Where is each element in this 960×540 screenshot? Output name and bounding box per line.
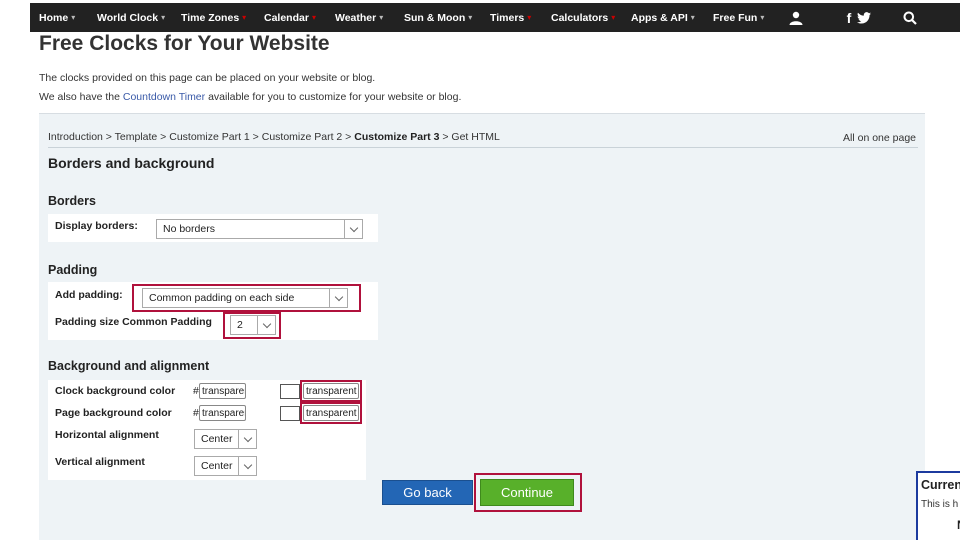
background-alignment-heading: Background and alignment bbox=[48, 359, 210, 373]
current-settings-title: Curren bbox=[921, 478, 960, 492]
countdown-timer-link[interactable]: Countdown Timer bbox=[123, 91, 205, 103]
padding-heading: Padding bbox=[48, 263, 98, 277]
highlight-add-padding bbox=[132, 284, 361, 312]
padding-size-label: Padding size Common Padding bbox=[55, 316, 212, 328]
divider bbox=[48, 147, 918, 148]
vertical-alignment-label: Vertical alignment bbox=[55, 456, 145, 468]
hash-prefix: # bbox=[193, 407, 199, 419]
nav-sun-moon[interactable]: Sun & Moon ▾ bbox=[404, 12, 472, 24]
highlight-clock-bg bbox=[300, 380, 362, 402]
horizontal-alignment-label: Horizontal alignment bbox=[55, 429, 159, 441]
nav-apps-api[interactable]: Apps & API ▾ bbox=[631, 12, 695, 24]
crumb-introduction[interactable]: Introduction bbox=[48, 131, 103, 143]
top-nav: Home ▾ World Clock ▾ Time Zones ▾ Calendar ▾… bbox=[30, 3, 960, 32]
twitter-icon[interactable] bbox=[856, 3, 872, 32]
current-settings-text: This is h bbox=[921, 499, 959, 510]
page-bg-label: Page background color bbox=[55, 407, 172, 419]
section-title: Borders and background bbox=[48, 155, 215, 171]
continue-button[interactable]: Continue bbox=[480, 479, 574, 506]
intro-text-2: We also have the Countdown Timer availab… bbox=[39, 91, 462, 103]
facebook-icon[interactable]: f bbox=[843, 3, 855, 32]
page-bg-hex-input[interactable]: transparent bbox=[199, 405, 246, 421]
crumb-get-html[interactable]: Get HTML bbox=[451, 131, 499, 143]
all-on-one-page-link[interactable]: All on one page bbox=[843, 132, 916, 144]
crumb-part1[interactable]: Customize Part 1 bbox=[169, 131, 250, 143]
nav-weather[interactable]: Weather ▾ bbox=[335, 12, 383, 24]
crumb-template[interactable]: Template bbox=[115, 131, 158, 143]
nav-free-fun[interactable]: Free Fun ▾ bbox=[713, 12, 764, 24]
chevron-down-icon bbox=[238, 430, 256, 448]
nav-calendar[interactable]: Calendar ▾ bbox=[264, 12, 316, 24]
current-settings-panel: Curren This is h N bbox=[916, 471, 960, 540]
page-bg-color-swatch[interactable] bbox=[280, 406, 300, 421]
nav-timers[interactable]: Timers ▾ bbox=[490, 12, 531, 24]
user-icon[interactable] bbox=[786, 3, 806, 32]
highlight-padding-size bbox=[223, 312, 281, 339]
nav-calculators[interactable]: Calculators ▾ bbox=[551, 12, 615, 24]
chevron-down-icon bbox=[238, 457, 256, 475]
display-borders-select[interactable]: No borders bbox=[156, 219, 363, 239]
highlight-page-bg bbox=[300, 402, 362, 424]
nav-time-zones[interactable]: Time Zones ▾ bbox=[181, 12, 246, 24]
chevron-down-icon bbox=[344, 220, 362, 238]
go-back-button[interactable]: Go back bbox=[382, 480, 473, 505]
crumb-part2[interactable]: Customize Part 2 bbox=[262, 131, 343, 143]
hash-prefix: # bbox=[193, 385, 199, 397]
clock-bg-hex-input[interactable]: transparent bbox=[199, 383, 246, 399]
display-borders-label: Display borders: bbox=[55, 220, 138, 232]
clock-bg-label: Clock background color bbox=[55, 385, 176, 397]
borders-heading: Borders bbox=[48, 194, 96, 208]
clock-bg-color-swatch[interactable] bbox=[280, 384, 300, 399]
add-padding-label: Add padding: bbox=[55, 289, 123, 301]
nav-home[interactable]: Home ▾ bbox=[39, 12, 75, 24]
search-icon[interactable] bbox=[902, 3, 918, 32]
vertical-alignment-select[interactable]: Center bbox=[194, 456, 257, 476]
horizontal-alignment-select[interactable]: Center bbox=[194, 429, 257, 449]
nav-world-clock[interactable]: World Clock ▾ bbox=[97, 12, 165, 24]
breadcrumb: Introduction > Template > Customize Part… bbox=[48, 131, 500, 143]
crumb-part3-current: Customize Part 3 bbox=[354, 131, 440, 143]
intro-text: The clocks provided on this page can be … bbox=[39, 72, 376, 84]
page-title: Free Clocks for Your Website bbox=[39, 32, 330, 55]
